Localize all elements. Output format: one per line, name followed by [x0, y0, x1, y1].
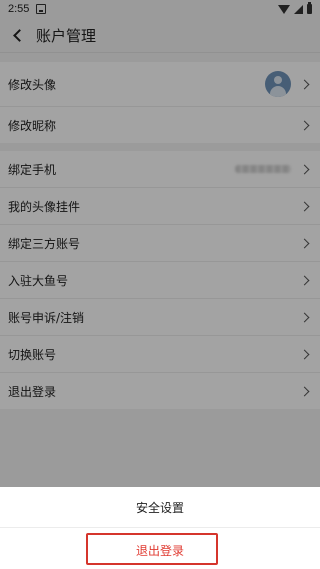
back-icon — [12, 28, 26, 42]
status-bar: 2:55 — [0, 0, 320, 18]
logout-item[interactable]: 退出登录 — [0, 373, 320, 409]
chevron-right-icon — [299, 275, 310, 285]
masked-phone-number — [235, 165, 291, 173]
signal-icon — [294, 4, 303, 14]
account-group: 绑定手机 我的头像挂件 绑定三方账号 入驻大鱼号 账号申诉/注销 切换账号 退出… — [0, 151, 320, 409]
dayu-account-label: 入驻大鱼号 — [8, 273, 69, 288]
chevron-right-icon — [299, 312, 310, 322]
account-appeal-cancel-item[interactable]: 账号申诉/注销 — [0, 299, 320, 336]
screen: 2:55 账户管理 修改头像 修改昵称 绑定手机 我的头像挂件 绑定三方账号 入… — [0, 0, 320, 569]
change-avatar-item[interactable]: 修改头像 — [0, 62, 320, 107]
chevron-right-icon — [299, 349, 310, 359]
third-party-accounts-label: 绑定三方账号 — [8, 236, 81, 251]
avatar-pendant-item[interactable]: 我的头像挂件 — [0, 188, 320, 225]
change-nickname-item[interactable]: 修改昵称 — [0, 107, 320, 143]
chevron-right-icon — [299, 164, 310, 174]
bind-phone-item[interactable]: 绑定手机 — [0, 151, 320, 188]
divider — [0, 527, 320, 528]
security-settings-label: 安全设置 — [135, 500, 184, 515]
chevron-right-icon — [299, 120, 310, 130]
change-avatar-label: 修改头像 — [8, 77, 57, 92]
avatar — [265, 71, 291, 97]
change-nickname-label: 修改昵称 — [8, 118, 57, 133]
switch-account-label: 切换账号 — [8, 347, 57, 362]
account-appeal-cancel-label: 账号申诉/注销 — [8, 310, 85, 325]
chevron-right-icon — [299, 386, 310, 396]
status-icons — [278, 2, 312, 14]
dayu-account-item[interactable]: 入驻大鱼号 — [0, 262, 320, 299]
page-title: 账户管理 — [36, 26, 97, 45]
chevron-right-icon — [299, 79, 310, 89]
chevron-right-icon — [299, 201, 310, 211]
bind-phone-label: 绑定手机 — [8, 162, 57, 177]
header-bar: 账户管理 — [0, 18, 320, 53]
logout-highlight-box — [86, 533, 218, 565]
avatar-pendant-label: 我的头像挂件 — [8, 199, 81, 214]
third-party-accounts-item[interactable]: 绑定三方账号 — [0, 225, 320, 262]
battery-icon — [307, 2, 312, 14]
logout-label: 退出登录 — [8, 384, 57, 399]
back-button[interactable] — [0, 18, 34, 52]
notification-icon — [36, 4, 47, 14]
status-time: 2:55 — [8, 3, 30, 15]
chevron-right-icon — [299, 238, 310, 248]
security-settings-option[interactable]: 安全设置 — [0, 487, 320, 527]
wifi-icon — [278, 4, 290, 14]
profile-group: 修改头像 修改昵称 — [0, 62, 320, 143]
switch-account-item[interactable]: 切换账号 — [0, 336, 320, 373]
